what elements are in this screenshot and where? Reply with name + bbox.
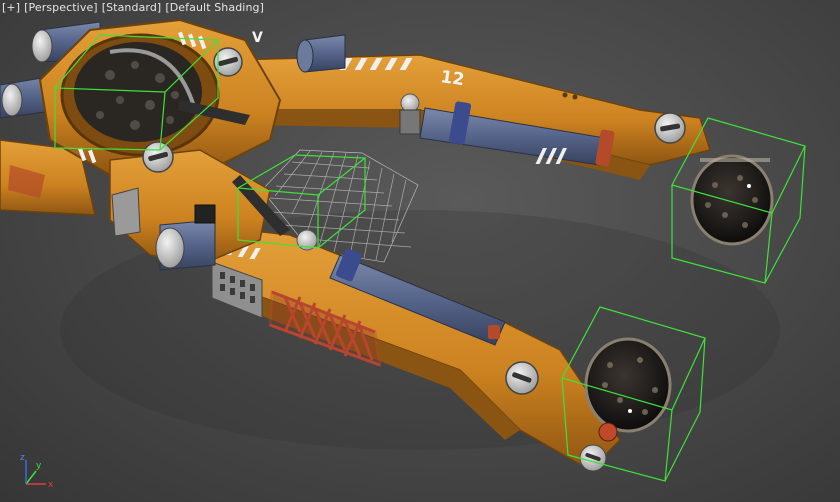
axis-z-label: z — [20, 453, 25, 463]
view-mode-label[interactable]: [Perspective] — [24, 1, 98, 14]
axis-y-label: y — [36, 461, 42, 471]
viewport-menu-button[interactable]: [+] — [2, 1, 20, 14]
3d-viewport[interactable]: [+] [Perspective] [Standard] [Default Sh… — [0, 0, 840, 502]
chevron-decal-upper: V — [252, 30, 263, 46]
hull-number-decal: 12 — [439, 67, 465, 90]
shading-style-label[interactable]: [Standard] — [102, 1, 162, 14]
scene-canvas[interactable]: 12 V x y z — [0, 0, 840, 502]
viewport-label-bar: [+] [Perspective] [Standard] [Default Sh… — [2, 1, 264, 14]
shading-mode-label[interactable]: [Default Shading] — [165, 1, 264, 14]
axis-gizmo: x y z — [20, 453, 54, 490]
axis-x-label: x — [48, 480, 54, 490]
upper-wheel[interactable] — [690, 154, 774, 246]
